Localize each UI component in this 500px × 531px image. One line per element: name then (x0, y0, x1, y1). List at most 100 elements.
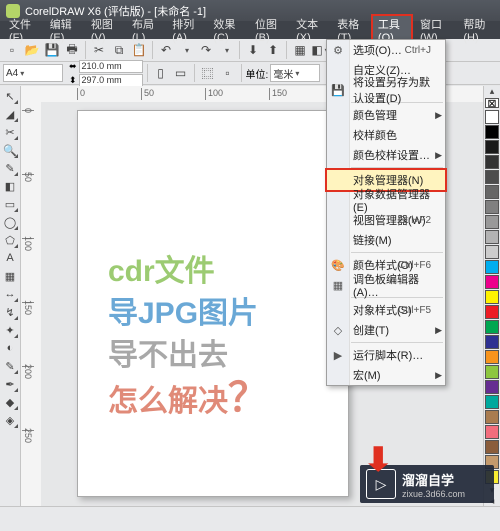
landscape-icon[interactable]: ▭ (172, 64, 190, 82)
color-swatch[interactable] (485, 365, 499, 379)
menu-item[interactable]: 校样颜色 (327, 125, 445, 145)
crop-tool-icon[interactable]: ✂ (2, 124, 18, 140)
menu-item[interactable]: 颜色校样设置…▶ (327, 145, 445, 165)
print-icon[interactable]: 🖶 (63, 41, 81, 59)
color-swatch[interactable] (485, 245, 499, 259)
vruler-tick: 0 (22, 110, 34, 112)
color-swatch[interactable] (485, 350, 499, 364)
cut-icon[interactable]: ✂ (90, 41, 108, 59)
redo-icon[interactable]: ↷ (197, 41, 215, 59)
menu-separator (351, 252, 443, 253)
table-tool-icon[interactable]: ▦ (2, 268, 18, 284)
paper-select[interactable]: A4 (3, 64, 63, 82)
color-swatch[interactable] (485, 140, 499, 154)
menu-item-icon: ⚙ (330, 42, 346, 58)
submenu-arrow-icon: ▶ (435, 370, 442, 381)
palette-up-icon[interactable]: ▴ (483, 86, 500, 97)
menu-item-label: 运行脚本(R)… (353, 347, 423, 363)
color-swatch[interactable] (485, 395, 499, 409)
polygon-tool-icon[interactable]: ⬠ (2, 232, 18, 248)
color-swatch[interactable] (485, 275, 499, 289)
color-swatch[interactable] (485, 260, 499, 274)
color-swatch[interactable] (485, 425, 499, 439)
menu-item-label: 颜色管理 (353, 107, 397, 123)
color-swatch[interactable] (485, 410, 499, 424)
color-swatch[interactable] (485, 320, 499, 334)
interactive-fill-icon[interactable]: ◈ (2, 412, 18, 428)
watermark-brand: 溜溜自学 (402, 470, 465, 489)
annotation-arrow-icon: ⬇ (361, 440, 395, 480)
width-icon: ⬌ (69, 61, 77, 72)
freehand-tool-icon[interactable]: ✎ (2, 160, 18, 176)
export-icon[interactable]: ⬆ (264, 41, 282, 59)
color-swatch[interactable] (485, 305, 499, 319)
save-icon[interactable]: 💾 (43, 41, 61, 59)
menu-item[interactable]: 宏(M)▶ (327, 365, 445, 385)
pages-one-icon[interactable]: ▫ (219, 64, 237, 82)
color-swatch[interactable] (485, 185, 499, 199)
color-swatch[interactable] (485, 380, 499, 394)
menu-item[interactable]: 对象数据管理器(E) (327, 190, 445, 210)
page-width-input[interactable]: 210.0 mm (79, 60, 143, 73)
color-swatch[interactable] (485, 155, 499, 169)
menu-item[interactable]: 视图管理器(W)Ctrl+F2 (327, 210, 445, 230)
zoom-tool-icon[interactable]: 🔍 (2, 142, 18, 158)
menu-help[interactable]: 帮助(H) (456, 15, 498, 45)
undo-icon[interactable]: ↶ (157, 41, 175, 59)
color-swatch[interactable] (485, 215, 499, 229)
fill-tool-icon[interactable]: ◆ (2, 394, 18, 410)
menu-item[interactable]: 💾将设置另存为默认设置(D) (327, 80, 445, 100)
import-icon[interactable]: ⬇ (244, 41, 262, 59)
ellipse-tool-icon[interactable]: ◯ (2, 214, 18, 230)
units-select[interactable]: 毫米 (270, 64, 320, 82)
shape-tool-icon[interactable]: ◢ (2, 106, 18, 122)
menu-item[interactable]: ⚙选项(O)…Ctrl+J (327, 40, 445, 60)
no-fill-swatch[interactable]: ⊠ (485, 98, 499, 108)
pick-tool-icon[interactable]: ↖ (2, 88, 18, 104)
page-height-input[interactable]: 297.0 mm (79, 74, 143, 87)
menu-item[interactable]: ▶ 运行脚本(R)… (327, 345, 445, 365)
text-tool-icon[interactable]: A (2, 250, 18, 266)
color-swatch[interactable] (485, 170, 499, 184)
color-swatch[interactable] (485, 230, 499, 244)
paste-icon[interactable]: 📋 (130, 41, 148, 59)
redo-dd-icon[interactable] (217, 41, 235, 59)
dimension-tool-icon[interactable]: ↔ (2, 286, 18, 302)
menu-item-icon: ▶ (330, 347, 346, 363)
transparency-icon[interactable]: ◐ (2, 340, 18, 356)
menu-item[interactable]: ▦调色板编辑器(A)… (327, 275, 445, 295)
undo-dd-icon[interactable] (177, 41, 195, 59)
open-icon[interactable]: 📂 (23, 41, 41, 59)
menu-item[interactable]: 对象样式(S)Ctrl+F5 (327, 300, 445, 320)
menu-item-label: 校样颜色 (353, 127, 397, 143)
hruler-tick: 150 (269, 88, 287, 100)
effects-tool-icon[interactable]: ✦ (2, 322, 18, 338)
page: cdr文件 导JPG图片 导不出去 怎么解决？ (77, 110, 349, 497)
eyedropper-tool-icon[interactable]: ✎ (2, 358, 18, 374)
color-swatch[interactable] (485, 110, 499, 124)
menu-item[interactable]: ◇创建(T)▶ (327, 320, 445, 340)
color-swatch[interactable] (485, 290, 499, 304)
connector-tool-icon[interactable]: ↯ (2, 304, 18, 320)
new-icon[interactable]: ▫ (3, 41, 21, 59)
color-swatch[interactable] (485, 335, 499, 349)
menu-item-shortcut: Ctrl+F6 (398, 260, 431, 271)
menu-item-shortcut: Ctrl+J (405, 45, 431, 56)
rectangle-tool-icon[interactable]: ▭ (2, 196, 18, 212)
menu-item[interactable]: 链接(M) (327, 230, 445, 250)
portrait-icon[interactable]: ▯ (152, 64, 170, 82)
outline-tool-icon[interactable]: ✒ (2, 376, 18, 392)
menu-item-label: 颜色校样设置… (353, 147, 430, 163)
menu-item[interactable]: 颜色管理 ▶ (327, 105, 445, 125)
color-swatch[interactable] (485, 200, 499, 214)
color-swatch[interactable] (485, 125, 499, 139)
app-launcher-icon[interactable]: ▦ (291, 41, 309, 59)
smart-fill-icon[interactable]: ◧ (2, 178, 18, 194)
pages-all-icon[interactable]: ⿴ (199, 64, 217, 82)
status-bar (0, 506, 500, 531)
color-swatch[interactable] (485, 440, 499, 454)
menubar: 文件(F) 编辑(E) 视图(V) 布局(L) 排列(A) 效果(C) 位图(B… (0, 21, 500, 39)
copy-icon[interactable]: ⧉ (110, 41, 128, 59)
submenu-arrow-icon: ▶ (435, 110, 442, 121)
toolbox: ↖ ◢ ✂ 🔍 ✎ ◧ ▭ ◯ ⬠ A ▦ ↔ ↯ ✦ ◐ ✎ ✒ ◆ ◈ (0, 86, 21, 507)
